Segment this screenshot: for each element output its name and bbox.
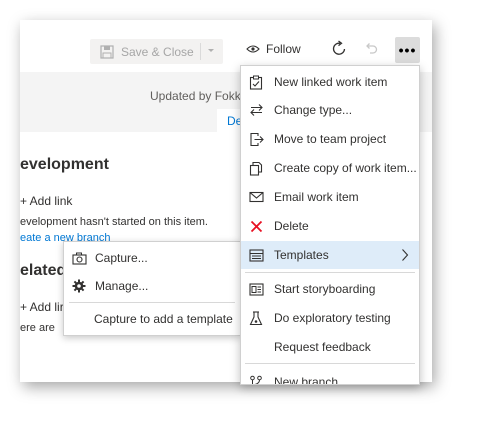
menu-item-delete[interactable]: Delete (241, 212, 419, 240)
related-text: ere are (20, 322, 55, 334)
development-status-text: evelopment hasn't started on this item. (20, 216, 208, 228)
add-link-button[interactable]: + Add link (20, 194, 72, 208)
chevron-right-icon (402, 249, 409, 261)
development-heading: evelopment (20, 156, 109, 173)
eye-icon (246, 45, 260, 53)
capture-template-item[interactable]: Capture... (64, 244, 240, 272)
branch-icon (247, 374, 265, 384)
menu-item-request-feedback[interactable]: Request feedback (241, 333, 419, 361)
more-actions-button[interactable]: ••• (395, 37, 420, 63)
menu-item-label: Do exploratory testing (274, 311, 391, 325)
follow-label: Follow (266, 42, 301, 56)
menu-item-new-branch[interactable]: New branch... (241, 368, 419, 385)
move-out-icon (247, 131, 265, 147)
storyboard-icon (247, 281, 265, 297)
red-x-icon (247, 218, 265, 234)
capture-hint-text: Capture to add a template (94, 312, 233, 326)
manage-templates-item[interactable]: Manage... (64, 272, 240, 300)
menu-divider (245, 363, 415, 364)
save-and-close-button[interactable]: Save & Close (90, 39, 223, 64)
submenu-divider (69, 302, 235, 303)
menu-item-label: Move to team project (274, 132, 387, 146)
menu-item-label: New branch... (274, 375, 349, 385)
flask-icon (247, 310, 265, 326)
menu-item-label: Delete (274, 219, 309, 233)
menu-item-start-storyboarding[interactable]: Start storyboarding (241, 275, 419, 303)
add-related-link-button[interactable]: + Add lir (20, 300, 64, 314)
menu-item-label: Templates (274, 248, 329, 262)
undo-icon[interactable] (363, 41, 378, 56)
menu-item-label: Start storyboarding (274, 282, 376, 296)
menu-item-change-type[interactable]: Change type... (241, 96, 419, 124)
menu-item-templates[interactable]: Templates (241, 241, 419, 269)
template-icon (247, 247, 265, 263)
menu-item-new-linked-work-item[interactable]: New linked work item (241, 68, 419, 96)
menu-item-email-work-item[interactable]: Email work item (241, 183, 419, 211)
gear-icon (71, 278, 87, 294)
refresh-icon[interactable] (331, 40, 348, 57)
button-divider (200, 43, 201, 60)
follow-button[interactable]: Follow (246, 42, 301, 56)
updated-by-text: Updated by Fokk (150, 89, 241, 103)
capture-label: Capture... (95, 251, 148, 265)
menu-item-label: Request feedback (274, 340, 371, 354)
more-actions-menu: New linked work item Change type... Move… (240, 65, 420, 385)
menu-item-label: Change type... (274, 103, 353, 117)
menu-item-label: Email work item (274, 190, 359, 204)
save-and-close-label: Save & Close (121, 44, 194, 59)
menu-item-create-copy[interactable]: Create copy of work item... (241, 154, 419, 182)
save-icon (100, 44, 114, 59)
menu-item-exploratory-testing[interactable]: Do exploratory testing (241, 304, 419, 332)
camera-icon (71, 250, 87, 266)
menu-item-label: Create copy of work item... (274, 161, 417, 175)
manage-label: Manage... (95, 279, 149, 293)
chevron-down-icon[interactable] (206, 46, 216, 56)
clipboard-check-icon (247, 74, 265, 90)
related-heading: elated (20, 262, 67, 279)
menu-item-move-to-team-project[interactable]: Move to team project (241, 125, 419, 153)
copy-icon (247, 160, 265, 176)
menu-divider (245, 272, 415, 273)
envelope-icon (247, 189, 265, 205)
swap-arrows-icon (247, 102, 265, 118)
templates-submenu: Capture... Manage... Capture to add a te… (63, 241, 241, 336)
menu-item-label: New linked work item (274, 75, 388, 89)
